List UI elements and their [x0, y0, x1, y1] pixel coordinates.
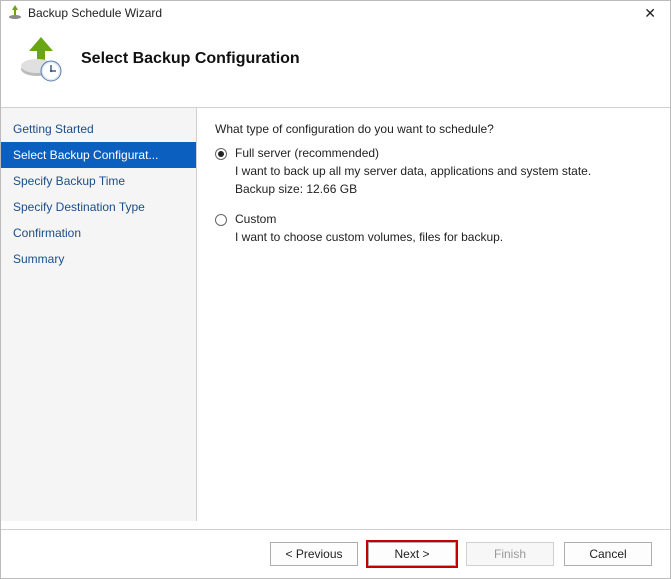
sidebar-item-specify-backup-time[interactable]: Specify Backup Time: [1, 168, 196, 194]
wizard-content: What type of configuration do you want t…: [197, 108, 670, 521]
sidebar-item-confirmation[interactable]: Confirmation: [1, 220, 196, 246]
sidebar-item-select-backup-configuration[interactable]: Select Backup Configurat...: [1, 142, 196, 168]
radio-full-server[interactable]: [215, 148, 227, 160]
option-custom-label: Custom: [235, 212, 276, 226]
cancel-button[interactable]: Cancel: [564, 542, 652, 566]
wizard-header: Select Backup Configuration: [1, 25, 670, 107]
option-full-server-desc: I want to back up all my server data, ap…: [235, 164, 652, 178]
option-custom[interactable]: Custom I want to choose custom volumes, …: [215, 212, 652, 244]
sidebar-item-specify-destination-type[interactable]: Specify Destination Type: [1, 194, 196, 220]
wizard-footer: < Previous Next > Finish Cancel: [1, 529, 670, 578]
option-full-server-size: Backup size: 12.66 GB: [235, 182, 652, 196]
page-title: Select Backup Configuration: [81, 50, 300, 68]
option-custom-desc: I want to choose custom volumes, files f…: [235, 230, 652, 244]
app-icon: [7, 4, 23, 23]
option-full-server-label: Full server (recommended): [235, 146, 379, 160]
close-icon[interactable]: ✕: [638, 3, 662, 24]
previous-button[interactable]: < Previous: [270, 542, 358, 566]
next-button[interactable]: Next >: [368, 542, 456, 566]
sidebar-item-summary[interactable]: Summary: [1, 246, 196, 272]
wizard-body: Getting Started Select Backup Configurat…: [1, 107, 670, 521]
wizard-sidebar: Getting Started Select Backup Configurat…: [1, 108, 197, 521]
radio-custom[interactable]: [215, 214, 227, 226]
titlebar-left: Backup Schedule Wizard: [7, 4, 162, 23]
wizard-header-icon: [17, 35, 65, 83]
finish-button: Finish: [466, 542, 554, 566]
option-full-server[interactable]: Full server (recommended) I want to back…: [215, 146, 652, 196]
window-title: Backup Schedule Wizard: [28, 6, 162, 20]
sidebar-item-getting-started[interactable]: Getting Started: [1, 116, 196, 142]
titlebar: Backup Schedule Wizard ✕: [1, 1, 670, 25]
config-question: What type of configuration do you want t…: [215, 122, 652, 136]
